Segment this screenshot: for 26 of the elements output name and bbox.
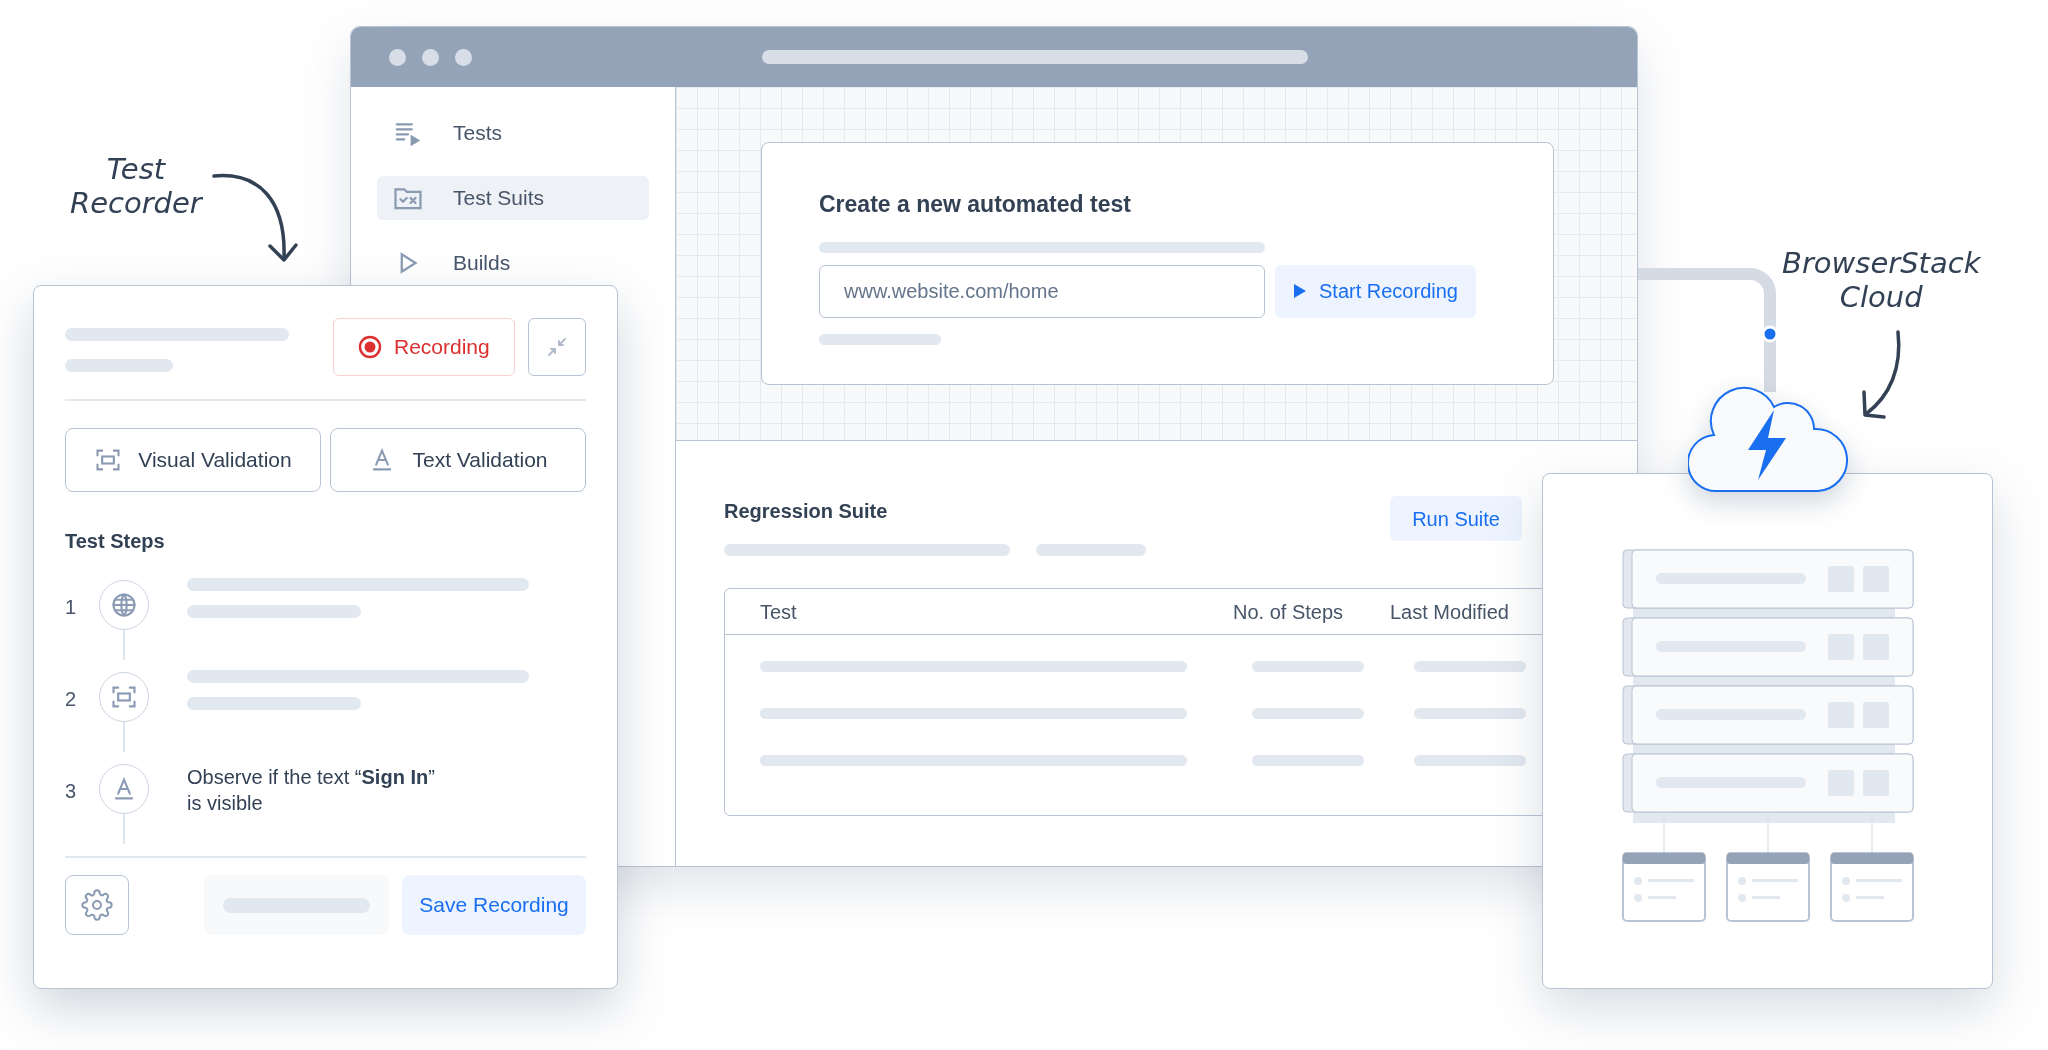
start-recording-button[interactable]: Start Recording [1275, 264, 1476, 318]
run-suite-button[interactable]: Run Suite [1390, 496, 1522, 541]
step-number: 2 [65, 687, 78, 712]
step-number: 1 [65, 595, 78, 620]
column-header: Test [760, 599, 798, 625]
sidebar-item[interactable]: Test Suits [377, 176, 649, 220]
validation-button[interactable]: Text Validation [330, 428, 586, 492]
settings-button[interactable] [65, 875, 130, 935]
column-header: No. of Steps [1233, 599, 1345, 625]
collapse-button[interactable] [527, 318, 586, 376]
url-field[interactable]: www.website.com/home [819, 264, 1265, 318]
record-icon [358, 335, 382, 359]
handwritten-label: BrowserStack Cloud [1782, 246, 1981, 314]
globe-icon [110, 591, 138, 619]
recording-button[interactable]: Recording [333, 318, 515, 376]
step-description: Observe if the text “Sign In” is visible [187, 765, 436, 816]
section-title: Test Steps [65, 529, 166, 554]
validation-button[interactable]: Visual Validation [65, 428, 321, 492]
save-recording-button[interactable]: Save Recording [402, 875, 586, 935]
card-title: Create a new automated test [819, 190, 1132, 219]
play-icon [1293, 283, 1307, 299]
step-number: 3 [65, 779, 78, 804]
suite-title: Regression Suite [724, 499, 889, 524]
handwritten-label: Test Recorder [70, 152, 202, 220]
settings-icon [81, 889, 114, 921]
column-header: Last Modified [1390, 599, 1509, 625]
